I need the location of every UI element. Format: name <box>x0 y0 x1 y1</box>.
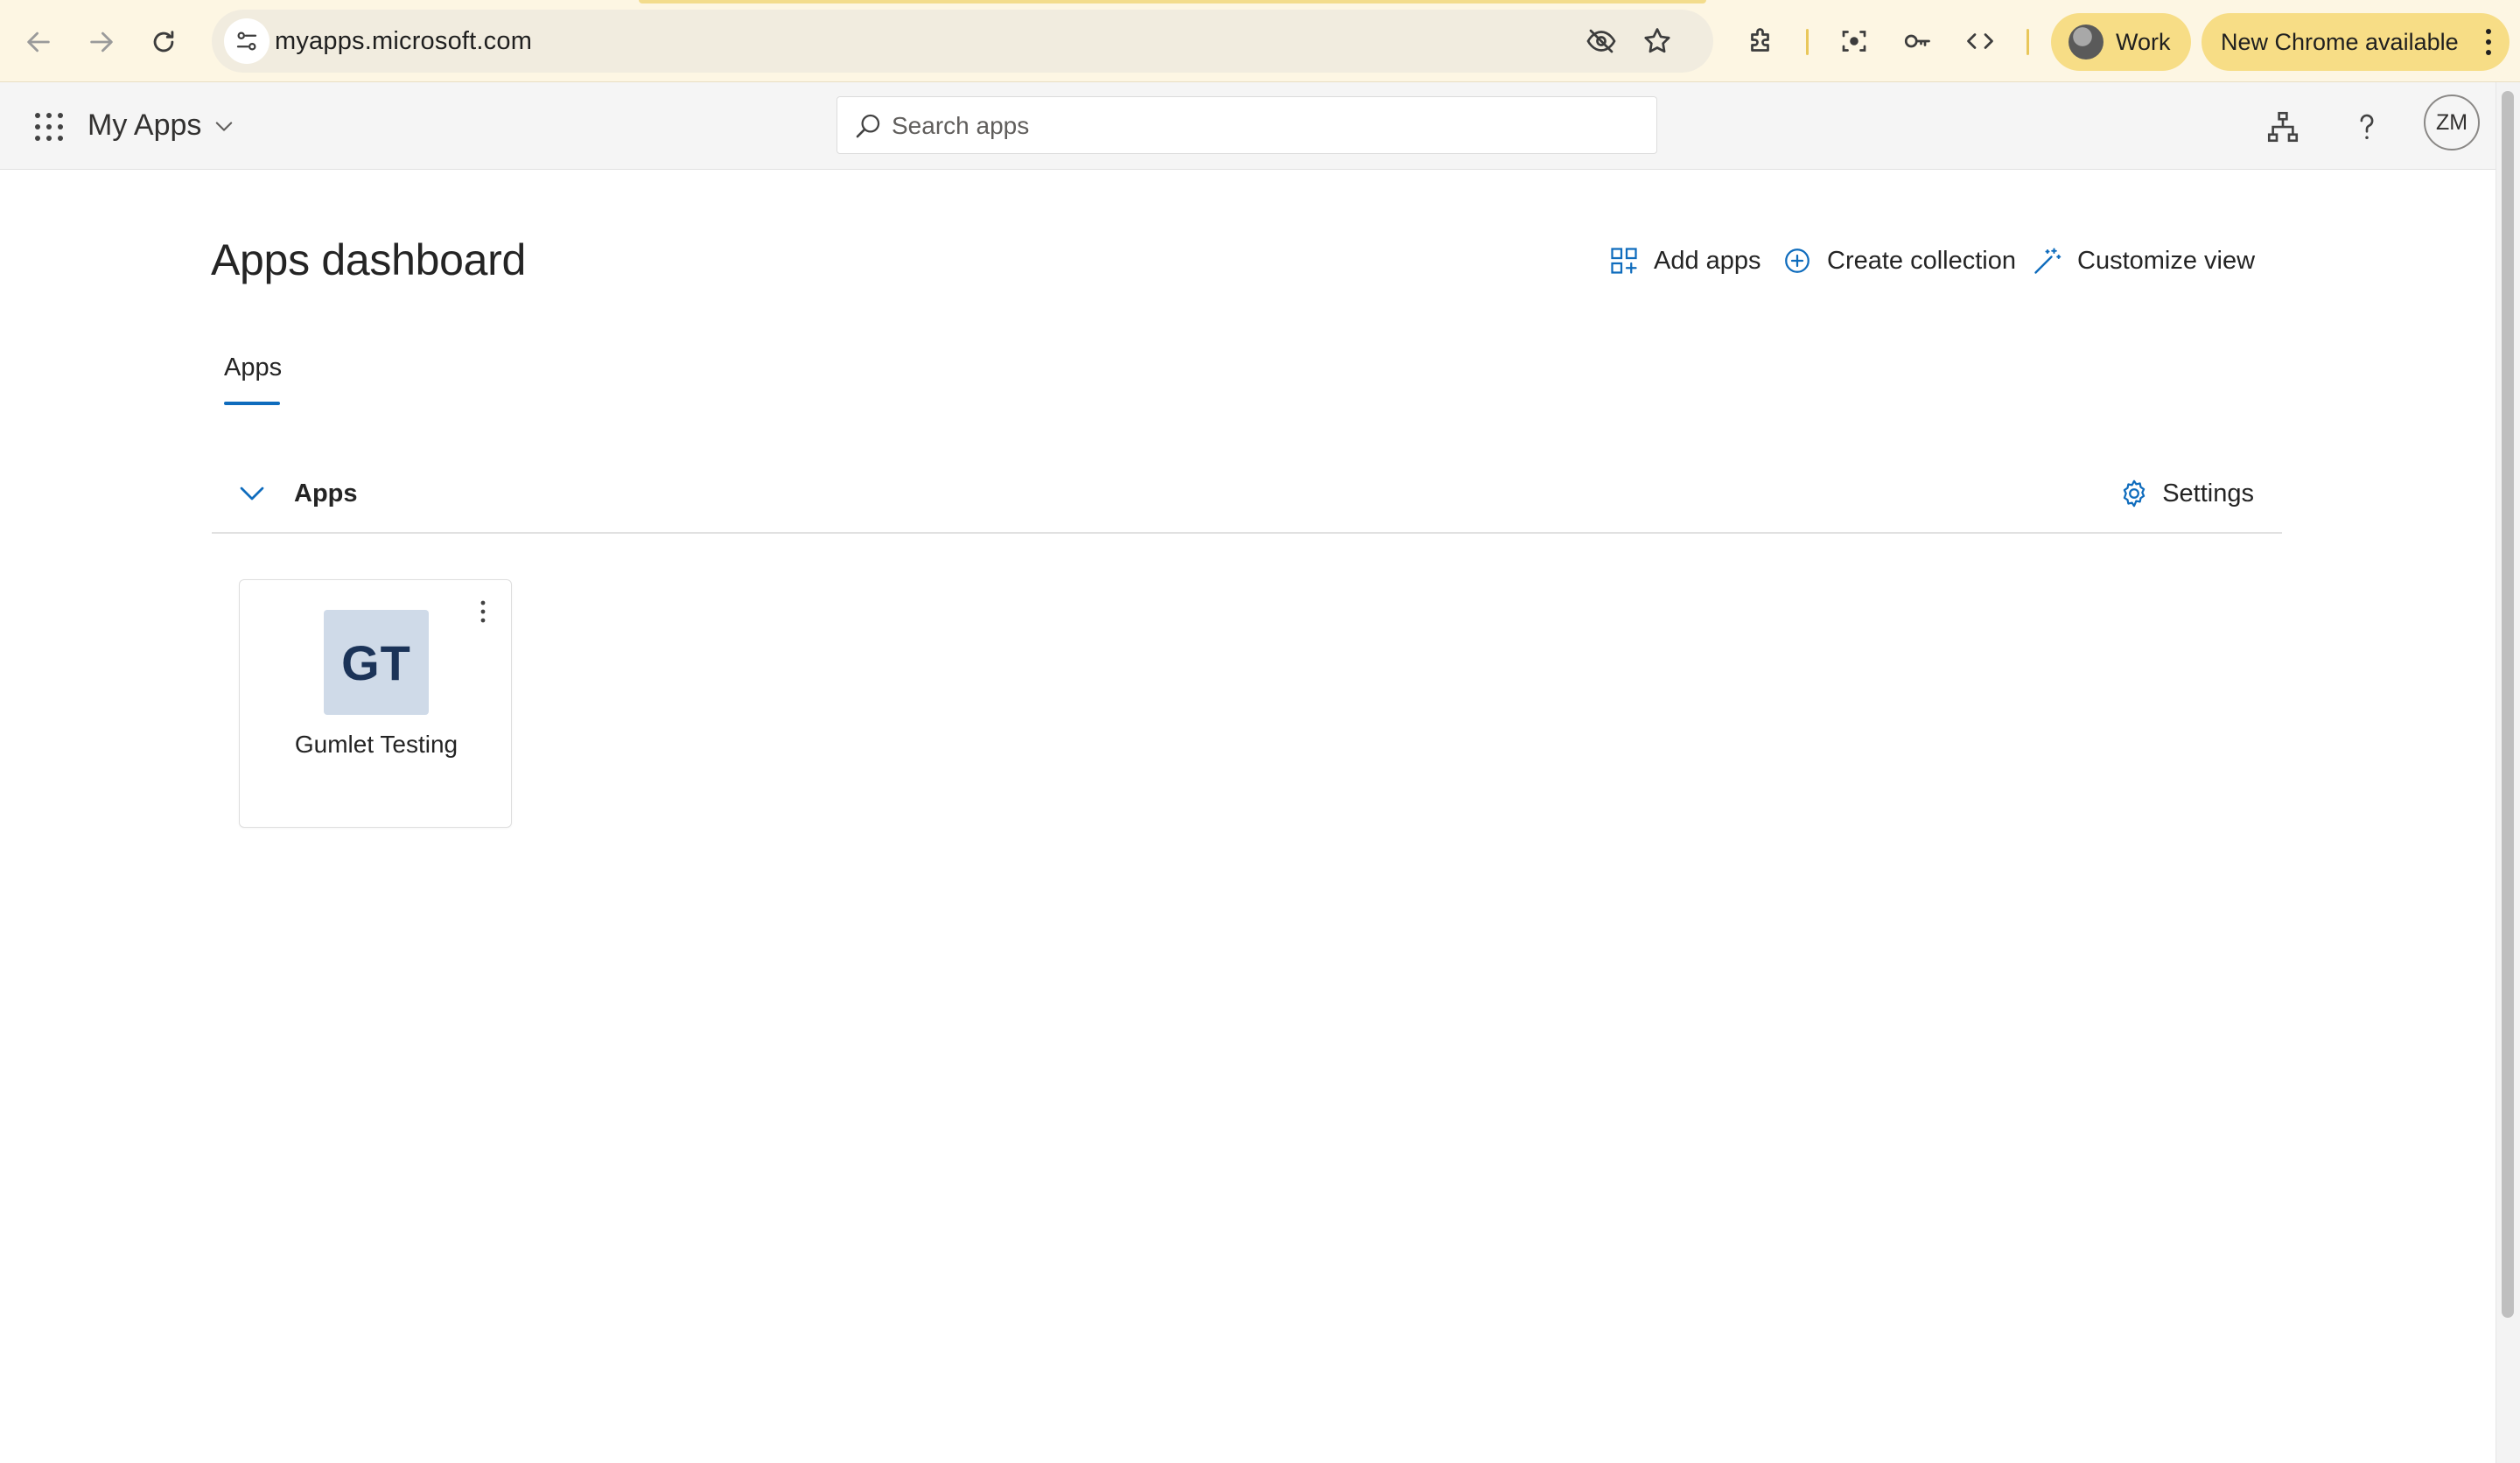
app-name: Gumlet Testing <box>294 731 458 758</box>
arrow-right-icon <box>90 32 113 52</box>
create-collection-label: Create collection <box>1827 246 2016 275</box>
reload-button[interactable] <box>141 19 186 65</box>
scrollbar-thumb[interactable] <box>2502 91 2514 1318</box>
section-title: Apps <box>294 480 358 508</box>
app-tile-gumlet-testing[interactable]: GT Gumlet Testing <box>239 579 512 828</box>
profile-label: Work <box>2116 28 2171 55</box>
toolbar-separator <box>2026 29 2029 55</box>
section-settings-button[interactable]: Settings <box>2118 478 2254 509</box>
eye-off-icon[interactable] <box>1586 25 1617 57</box>
apps-section-header: Apps Settings <box>212 464 2282 534</box>
url-text[interactable]: myapps.microsoft.com <box>275 27 532 56</box>
app-header: My Apps ZM <box>0 82 2496 170</box>
site-info-button[interactable] <box>224 18 270 64</box>
settings-label: Settings <box>2162 479 2254 508</box>
address-bar[interactable]: myapps.microsoft.com <box>212 10 1713 73</box>
kebab-menu-icon <box>2486 29 2491 55</box>
brand-menu[interactable]: My Apps <box>88 108 236 143</box>
screenshot-button[interactable] <box>1836 23 1872 60</box>
create-collection-button[interactable]: Create collection <box>1782 245 2016 276</box>
more-options-icon[interactable] <box>472 596 494 627</box>
chevron-down-icon[interactable] <box>236 478 268 509</box>
brand-label: My Apps <box>88 108 202 142</box>
browser-toolbar: myapps.microsoft.com Work New Chrome ava… <box>0 0 2520 82</box>
star-icon[interactable] <box>1642 25 1673 57</box>
devtools-button[interactable] <box>1962 23 1998 60</box>
update-label: New Chrome available <box>2221 28 2459 55</box>
search-box[interactable] <box>836 96 1657 154</box>
puzzle-icon <box>1751 28 1769 52</box>
tab-apps[interactable]: Apps <box>224 354 282 382</box>
password-manager-button[interactable] <box>1899 23 1936 60</box>
customize-view-button[interactable]: Customize view <box>2032 245 2255 276</box>
add-apps-label: Add apps <box>1654 246 1761 275</box>
help-icon[interactable] <box>2348 108 2385 145</box>
camera-capture-icon <box>1842 31 1866 52</box>
customize-view-label: Customize view <box>2077 246 2256 275</box>
reload-icon <box>153 31 174 52</box>
org-chart-icon[interactable] <box>2264 108 2301 145</box>
gear-icon <box>2123 480 2146 508</box>
search-input[interactable] <box>892 108 1627 144</box>
add-circle-icon <box>1785 248 1810 273</box>
add-grid-icon <box>1611 248 1637 274</box>
chevron-down-icon <box>216 121 233 131</box>
app-logo: GT <box>324 610 429 715</box>
toolbar-separator <box>1806 29 1809 55</box>
profile-avatar <box>2068 24 2104 60</box>
extensions-button[interactable] <box>1743 23 1780 60</box>
tab-selected-indicator <box>224 402 280 405</box>
magic-wand-icon <box>2034 248 2062 274</box>
chrome-update-button[interactable]: New Chrome available <box>2202 13 2510 71</box>
forward-button[interactable] <box>79 19 124 65</box>
key-icon <box>1904 34 1930 48</box>
profile-button[interactable]: Work <box>2051 13 2191 71</box>
add-apps-button[interactable]: Add apps <box>1608 245 1761 276</box>
page-title: Apps dashboard <box>211 235 526 284</box>
search-icon <box>856 114 880 138</box>
loading-accent <box>639 0 1706 4</box>
back-button[interactable] <box>16 19 61 65</box>
app-launcher-icon[interactable] <box>33 111 65 143</box>
code-icon <box>1967 33 1993 49</box>
page-scrollbar[interactable] <box>2496 82 2520 1463</box>
tune-icon <box>236 32 257 51</box>
user-avatar[interactable]: ZM <box>2424 94 2480 150</box>
arrow-left-icon <box>27 32 50 52</box>
